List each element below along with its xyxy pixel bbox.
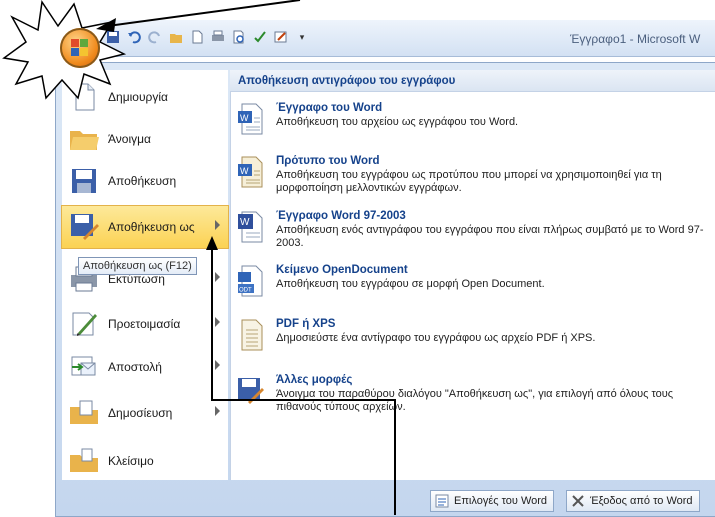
annotation-arrows: [96, 0, 396, 515]
arrow-line: [107, 0, 301, 27]
arrowhead-icon: [96, 18, 116, 32]
arrowhead-icon: [206, 236, 218, 250]
arrow-line: [211, 246, 396, 515]
